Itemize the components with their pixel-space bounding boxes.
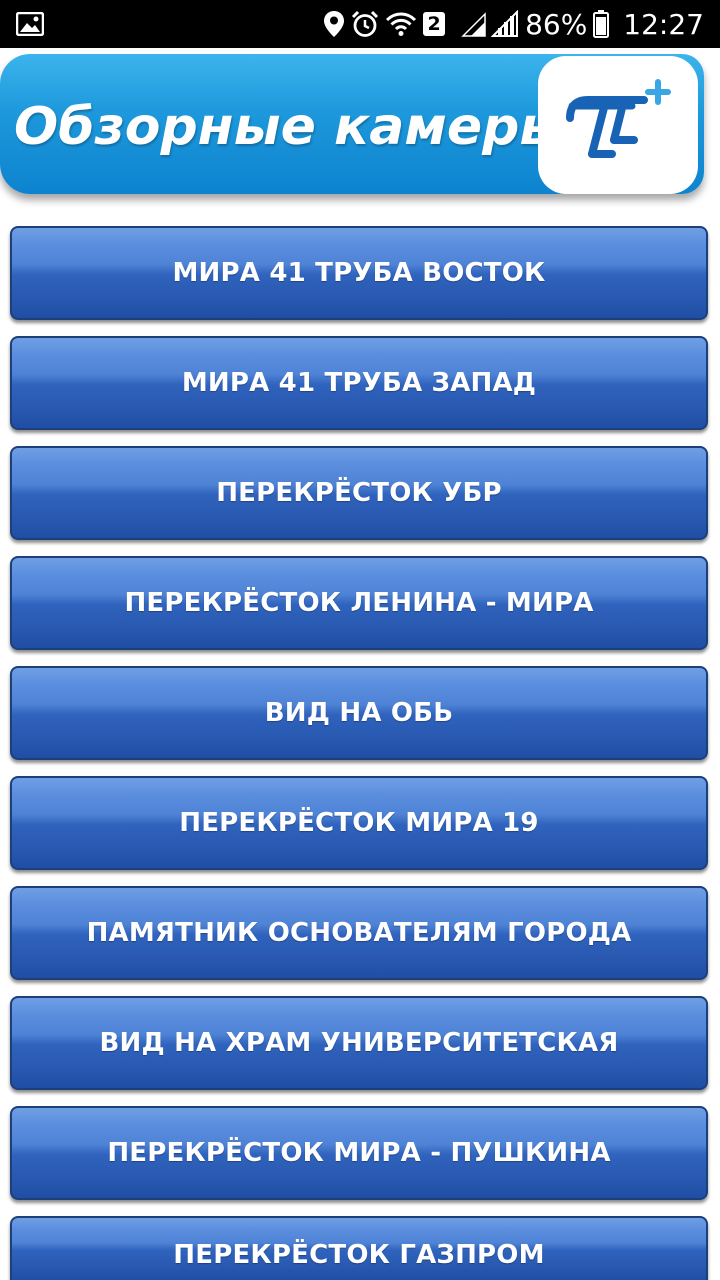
wifi-icon bbox=[385, 11, 417, 37]
alarm-icon bbox=[351, 10, 379, 38]
location-icon bbox=[323, 10, 345, 38]
camera-button[interactable]: ПЕРЕКРЁСТОК МИРА 19 bbox=[10, 776, 708, 870]
battery-percent: 86% bbox=[525, 7, 588, 41]
status-bar: 2 86% 12:27 bbox=[0, 0, 720, 48]
gallery-icon bbox=[16, 12, 44, 36]
battery-icon bbox=[593, 10, 610, 38]
page-title: Обзорные камеры bbox=[14, 97, 567, 157]
camera-button[interactable]: ПЕРЕКРЁСТОК УБР bbox=[10, 446, 708, 540]
camera-button[interactable]: ПЕРЕКРЁСТОК ЛЕНИНА - МИРА bbox=[10, 556, 708, 650]
camera-button[interactable]: МИРА 41 ТРУБА ВОСТОК bbox=[10, 226, 708, 320]
camera-button[interactable]: ПЕРЕКРЁСТОК ГАЗПРОМ bbox=[10, 1216, 708, 1280]
clock: 12:27 bbox=[623, 7, 704, 41]
app-logo[interactable] bbox=[538, 56, 698, 194]
camera-button[interactable]: МИРА 41 ТРУБА ЗАПАД bbox=[10, 336, 708, 430]
camera-button[interactable]: ВИД НА ХРАМ УНИВЕРСИТЕТСКАЯ bbox=[10, 996, 708, 1090]
camera-button[interactable]: ВИД НА ОБЬ bbox=[10, 666, 708, 760]
signal-icon bbox=[461, 10, 519, 38]
camera-button[interactable]: ПАМЯТНИК ОСНОВАТЕЛЯМ ГОРОДА bbox=[10, 886, 708, 980]
app-header: Обзорные камеры bbox=[0, 54, 704, 194]
camera-button[interactable]: ПЕРЕКРЁСТОК МИРА - ПУШКИНА bbox=[10, 1106, 708, 1200]
sim-badge: 2 bbox=[423, 12, 446, 36]
t-plus-logo-icon bbox=[558, 78, 678, 173]
